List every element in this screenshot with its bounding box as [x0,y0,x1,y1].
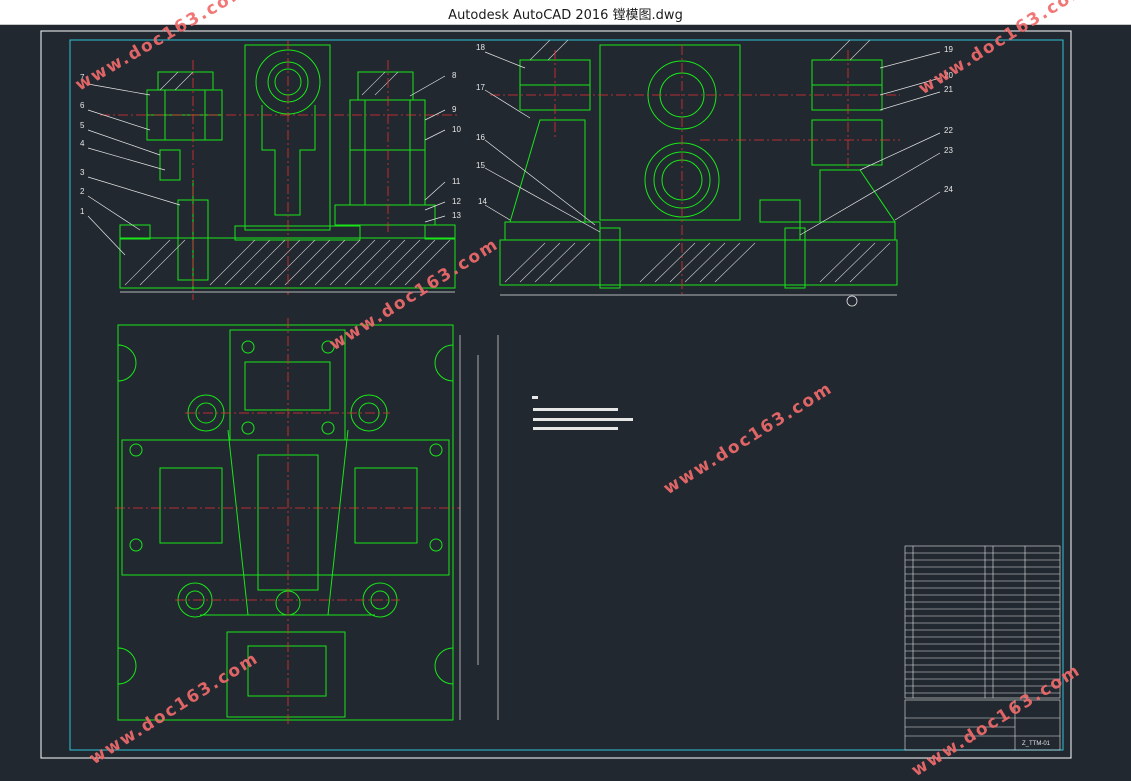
front-view-centerlines [100,40,460,300]
part-number-6: 6 [80,101,85,110]
part-number-4: 4 [80,139,85,148]
part-number-5: 5 [80,121,85,130]
part-number-3: 3 [80,168,85,177]
part-number-11: 11 [452,177,461,186]
top-view [117,324,454,721]
part-number-19: 19 [944,45,953,54]
part-number-22: 22 [944,126,953,135]
part-number-16: 16 [476,133,485,142]
front-view-hatch [124,71,451,286]
drawing-canvas[interactable]: 7 6 5 4 3 2 1 8 9 10 11 12 13 18 17 16 1… [0,0,1131,781]
part-number-1: 1 [80,207,85,216]
part-number-13: 13 [452,211,461,220]
section-marker [846,295,858,307]
top-view-centerlines [115,318,460,725]
part-number-9: 9 [452,105,457,114]
cad-drawing: 7 6 5 4 3 2 1 8 9 10 11 12 13 18 17 16 1… [40,30,1072,759]
side-view [499,44,898,289]
front-view [119,44,456,290]
part-number-24: 24 [944,185,953,194]
part-number-18: 18 [476,43,485,52]
tech-requirements [532,396,633,430]
part-number-2: 2 [80,187,85,196]
part-number-12: 12 [452,197,461,206]
part-number-10: 10 [452,125,461,134]
part-number-14: 14 [478,197,487,206]
part-number-23: 23 [944,146,953,155]
top-view-dims [459,335,499,720]
front-view-numbers: 7 6 5 4 3 2 1 8 9 10 11 12 13 [80,71,461,220]
part-number-8: 8 [452,71,457,80]
part-number-15: 15 [476,161,485,170]
side-view-leaders [484,51,941,296]
inner-border [69,39,1064,751]
drawing-number: Z_TTM-01 [1022,741,1051,747]
part-number-17: 17 [476,83,485,92]
front-view-leaders [87,75,455,293]
side-view-hatch [504,39,891,283]
